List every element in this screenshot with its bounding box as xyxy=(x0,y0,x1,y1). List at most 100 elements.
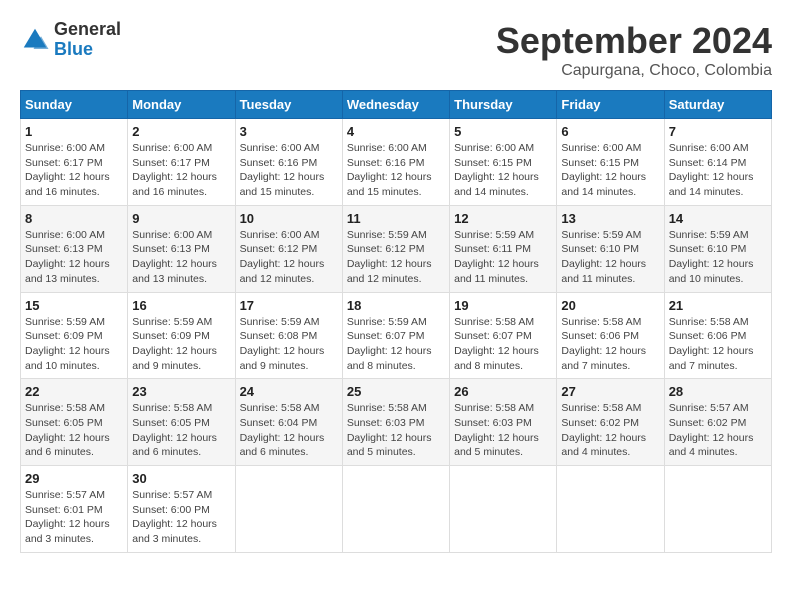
day-info-17: Sunrise: 5:59 AM Sunset: 6:08 PM Dayligh… xyxy=(240,315,338,374)
day-cell-17: 17 Sunrise: 5:59 AM Sunset: 6:08 PM Dayli… xyxy=(235,292,342,379)
day-cell-19: 19Sunrise: 5:58 AM Sunset: 6:07 PM Dayli… xyxy=(450,292,557,379)
day-number-6: 6 xyxy=(561,124,659,139)
week-row-4: 22 Sunrise: 5:58 AM Sunset: 6:05 PM Dayli… xyxy=(21,379,772,466)
day-cell-22: 22 Sunrise: 5:58 AM Sunset: 6:05 PM Dayli… xyxy=(21,379,128,466)
week-row-5: 29 Sunrise: 5:57 AM Sunset: 6:01 PM Dayli… xyxy=(21,466,772,553)
day-cell-21: 21 Sunrise: 5:58 AM Sunset: 6:06 PM Dayli… xyxy=(664,292,771,379)
day-number-15: 15 xyxy=(25,298,123,313)
day-cell-9: 9Sunrise: 6:00 AM Sunset: 6:13 PM Daylig… xyxy=(128,205,235,292)
empty-cell xyxy=(664,466,771,553)
logo-general-text: General xyxy=(54,20,121,40)
day-number-20: 20 xyxy=(561,298,659,313)
day-number-16: 16 xyxy=(132,298,230,313)
day-cell-16: 16 Sunrise: 5:59 AM Sunset: 6:09 PM Dayli… xyxy=(128,292,235,379)
day-number-22: 22 xyxy=(25,384,123,399)
day-cell-24: 24 Sunrise: 5:58 AM Sunset: 6:04 PM Dayli… xyxy=(235,379,342,466)
week-row-1: 1 Sunrise: 6:00 AM Sunset: 6:17 PM Daylig… xyxy=(21,119,772,206)
day-number-10: 10 xyxy=(240,211,338,226)
day-number-12: 12 xyxy=(454,211,552,226)
day-cell-14: 14 Sunrise: 5:59 AM Sunset: 6:10 PM Dayli… xyxy=(664,205,771,292)
day-number-17: 17 xyxy=(240,298,338,313)
day-number-21: 21 xyxy=(669,298,767,313)
page-header: General Blue September 2024 Capurgana, C… xyxy=(20,20,772,80)
day-info-6: Sunrise: 6:00 AM Sunset: 6:15 PM Dayligh… xyxy=(561,141,659,200)
day-cell-20: 20 Sunrise: 5:58 AM Sunset: 6:06 PM Dayli… xyxy=(557,292,664,379)
day-info-16: Sunrise: 5:59 AM Sunset: 6:09 PM Dayligh… xyxy=(132,315,230,374)
day-number-13: 13 xyxy=(561,211,659,226)
logo-text: General Blue xyxy=(54,20,121,60)
day-info-24: Sunrise: 5:58 AM Sunset: 6:04 PM Dayligh… xyxy=(240,401,338,460)
calendar-table: SundayMondayTuesdayWednesdayThursdayFrid… xyxy=(20,90,772,553)
day-cell-29: 29 Sunrise: 5:57 AM Sunset: 6:01 PM Dayli… xyxy=(21,466,128,553)
empty-cell xyxy=(235,466,342,553)
day-cell-18: 18 Sunrise: 5:59 AM Sunset: 6:07 PM Dayli… xyxy=(342,292,449,379)
day-number-11: 11 xyxy=(347,211,445,226)
day-cell-3: 3Sunrise: 6:00 AM Sunset: 6:16 PM Daylig… xyxy=(235,119,342,206)
day-info-23: Sunrise: 5:58 AM Sunset: 6:05 PM Dayligh… xyxy=(132,401,230,460)
day-info-11: Sunrise: 5:59 AM Sunset: 6:12 PM Dayligh… xyxy=(347,228,445,287)
day-info-20: Sunrise: 5:58 AM Sunset: 6:06 PM Dayligh… xyxy=(561,315,659,374)
day-cell-1: 1 Sunrise: 6:00 AM Sunset: 6:17 PM Daylig… xyxy=(21,119,128,206)
day-number-5: 5 xyxy=(454,124,552,139)
week-row-3: 15 Sunrise: 5:59 AM Sunset: 6:09 PM Dayli… xyxy=(21,292,772,379)
day-cell-4: 4 Sunrise: 6:00 AM Sunset: 6:16 PM Daylig… xyxy=(342,119,449,206)
day-info-2: Sunrise: 6:00 AM Sunset: 6:17 PM Dayligh… xyxy=(132,141,230,200)
day-cell-7: 7 Sunrise: 6:00 AM Sunset: 6:14 PM Daylig… xyxy=(664,119,771,206)
day-info-25: Sunrise: 5:58 AM Sunset: 6:03 PM Dayligh… xyxy=(347,401,445,460)
day-number-25: 25 xyxy=(347,384,445,399)
day-info-14: Sunrise: 5:59 AM Sunset: 6:10 PM Dayligh… xyxy=(669,228,767,287)
empty-cell xyxy=(557,466,664,553)
day-number-4: 4 xyxy=(347,124,445,139)
logo: General Blue xyxy=(20,20,121,60)
day-number-1: 1 xyxy=(25,124,123,139)
day-number-23: 23 xyxy=(132,384,230,399)
weekday-header-sunday: Sunday xyxy=(21,91,128,119)
day-number-30: 30 xyxy=(132,471,230,486)
week-row-2: 8Sunrise: 6:00 AM Sunset: 6:13 PM Daylig… xyxy=(21,205,772,292)
day-cell-15: 15 Sunrise: 5:59 AM Sunset: 6:09 PM Dayli… xyxy=(21,292,128,379)
day-number-26: 26 xyxy=(454,384,552,399)
day-number-18: 18 xyxy=(347,298,445,313)
day-number-24: 24 xyxy=(240,384,338,399)
day-info-1: Sunrise: 6:00 AM Sunset: 6:17 PM Dayligh… xyxy=(25,141,123,200)
weekday-header-friday: Friday xyxy=(557,91,664,119)
day-number-29: 29 xyxy=(25,471,123,486)
day-cell-23: 23 Sunrise: 5:58 AM Sunset: 6:05 PM Dayli… xyxy=(128,379,235,466)
weekday-header-saturday: Saturday xyxy=(664,91,771,119)
logo-icon xyxy=(20,25,50,55)
day-info-3: Sunrise: 6:00 AM Sunset: 6:16 PM Dayligh… xyxy=(240,141,338,200)
day-cell-13: 13 Sunrise: 5:59 AM Sunset: 6:10 PM Dayli… xyxy=(557,205,664,292)
day-info-30: Sunrise: 5:57 AM Sunset: 6:00 PM Dayligh… xyxy=(132,488,230,547)
weekday-header-tuesday: Tuesday xyxy=(235,91,342,119)
day-info-13: Sunrise: 5:59 AM Sunset: 6:10 PM Dayligh… xyxy=(561,228,659,287)
day-info-22: Sunrise: 5:58 AM Sunset: 6:05 PM Dayligh… xyxy=(25,401,123,460)
day-cell-11: 11 Sunrise: 5:59 AM Sunset: 6:12 PM Dayli… xyxy=(342,205,449,292)
day-cell-28: 28Sunrise: 5:57 AM Sunset: 6:02 PM Dayli… xyxy=(664,379,771,466)
day-number-19: 19 xyxy=(454,298,552,313)
day-number-2: 2 xyxy=(132,124,230,139)
day-cell-10: 10 Sunrise: 6:00 AM Sunset: 6:12 PM Dayli… xyxy=(235,205,342,292)
day-info-21: Sunrise: 5:58 AM Sunset: 6:06 PM Dayligh… xyxy=(669,315,767,374)
day-info-15: Sunrise: 5:59 AM Sunset: 6:09 PM Dayligh… xyxy=(25,315,123,374)
day-cell-6: 6 Sunrise: 6:00 AM Sunset: 6:15 PM Daylig… xyxy=(557,119,664,206)
day-info-12: Sunrise: 5:59 AM Sunset: 6:11 PM Dayligh… xyxy=(454,228,552,287)
day-info-29: Sunrise: 5:57 AM Sunset: 6:01 PM Dayligh… xyxy=(25,488,123,547)
logo-blue-text: Blue xyxy=(54,40,121,60)
day-info-9: Sunrise: 6:00 AM Sunset: 6:13 PM Dayligh… xyxy=(132,228,230,287)
day-info-27: Sunrise: 5:58 AM Sunset: 6:02 PM Dayligh… xyxy=(561,401,659,460)
day-cell-2: 2 Sunrise: 6:00 AM Sunset: 6:17 PM Daylig… xyxy=(128,119,235,206)
day-info-7: Sunrise: 6:00 AM Sunset: 6:14 PM Dayligh… xyxy=(669,141,767,200)
day-cell-26: 26 Sunrise: 5:58 AM Sunset: 6:03 PM Dayli… xyxy=(450,379,557,466)
day-info-28: Sunrise: 5:57 AM Sunset: 6:02 PM Dayligh… xyxy=(669,401,767,460)
day-number-7: 7 xyxy=(669,124,767,139)
day-info-5: Sunrise: 6:00 AM Sunset: 6:15 PM Dayligh… xyxy=(454,141,552,200)
day-info-8: Sunrise: 6:00 AM Sunset: 6:13 PM Dayligh… xyxy=(25,228,123,287)
day-number-27: 27 xyxy=(561,384,659,399)
day-cell-30: 30 Sunrise: 5:57 AM Sunset: 6:00 PM Dayli… xyxy=(128,466,235,553)
day-cell-25: 25 Sunrise: 5:58 AM Sunset: 6:03 PM Dayli… xyxy=(342,379,449,466)
day-info-26: Sunrise: 5:58 AM Sunset: 6:03 PM Dayligh… xyxy=(454,401,552,460)
day-number-14: 14 xyxy=(669,211,767,226)
day-info-18: Sunrise: 5:59 AM Sunset: 6:07 PM Dayligh… xyxy=(347,315,445,374)
day-info-10: Sunrise: 6:00 AM Sunset: 6:12 PM Dayligh… xyxy=(240,228,338,287)
day-info-4: Sunrise: 6:00 AM Sunset: 6:16 PM Dayligh… xyxy=(347,141,445,200)
